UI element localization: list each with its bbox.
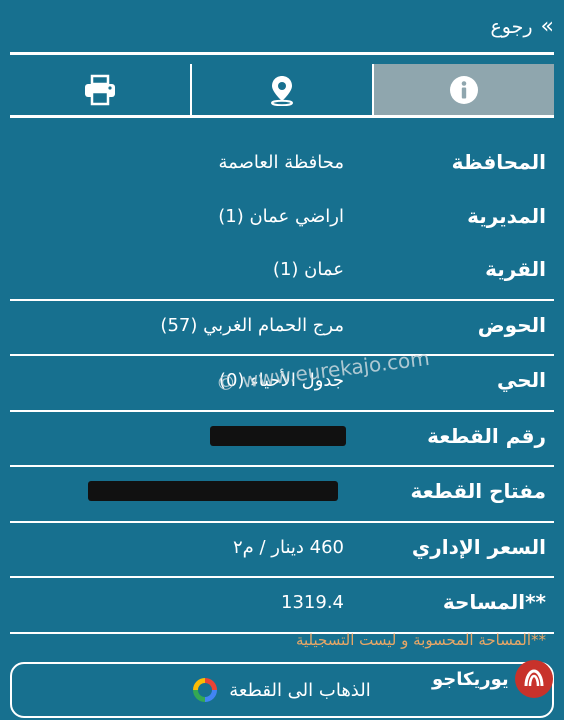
back-link[interactable]: » رجوع — [490, 14, 555, 39]
redaction-bar — [210, 425, 346, 446]
detail-row-village: القرية عمان (1) — [10, 245, 554, 301]
detail-row-parcel-number: رقم القطعة — [10, 412, 554, 467]
detail-label: السعر الإداري — [411, 534, 546, 559]
brand-logo: يوريكاجو — [432, 660, 553, 698]
detail-value: 1319.4 — [281, 592, 344, 613]
detail-label: مفتاح القطعة — [410, 479, 547, 503]
detail-value: عمان (1) — [272, 259, 344, 280]
go-to-parcel-label: الذهاب الى القطعة — [229, 679, 371, 701]
detail-value: مرج الحمام الغربي (57) — [160, 314, 344, 336]
eureka-logo-icon — [514, 660, 553, 698]
detail-value: محافظة العاصمة — [218, 152, 344, 173]
location-pin-icon — [271, 76, 293, 106]
printer-icon — [85, 74, 115, 106]
back-label: رجوع — [490, 15, 533, 38]
detail-row-basin: الحوض مرج الحمام الغربي (57) — [10, 301, 554, 356]
redaction-bar — [88, 481, 338, 501]
tab-location[interactable] — [190, 64, 374, 116]
detail-label: الحي — [496, 368, 546, 392]
detail-label: **المساحة — [442, 590, 546, 614]
detail-row-directorate: المديرية اراضي عمان (1) — [10, 192, 554, 246]
detail-value: اراضي عمان (1) — [218, 205, 344, 227]
detail-value: 460 دينار / م٢ — [232, 536, 344, 558]
detail-row-area: **المساحة 1319.4 — [10, 578, 554, 634]
divider — [10, 52, 554, 55]
tab-info[interactable] — [374, 64, 554, 116]
detail-label: رقم القطعة — [427, 423, 546, 448]
detail-label: المحافظة — [451, 150, 546, 174]
info-icon — [450, 76, 478, 104]
tab-print[interactable] — [10, 64, 190, 116]
divider — [10, 115, 554, 118]
detail-row-admin-price: السعر الإداري 460 دينار / م٢ — [10, 523, 554, 578]
detail-label: القرية — [485, 257, 546, 281]
google-g-icon — [193, 678, 218, 702]
detail-row-parcel-key: مفتاح القطعة — [10, 467, 554, 523]
tab-bar — [10, 64, 554, 116]
detail-row-governorate: المحافظة محافظة العاصمة — [10, 138, 554, 192]
area-footnote: **المساحة المحسوبة و ليست التسجيلية — [295, 631, 546, 649]
brand-text: يوريكاجو — [432, 668, 509, 690]
detail-label: المديرية — [467, 203, 546, 228]
double-chevron-right-icon: » — [540, 14, 555, 39]
detail-label: الحوض — [477, 312, 546, 337]
